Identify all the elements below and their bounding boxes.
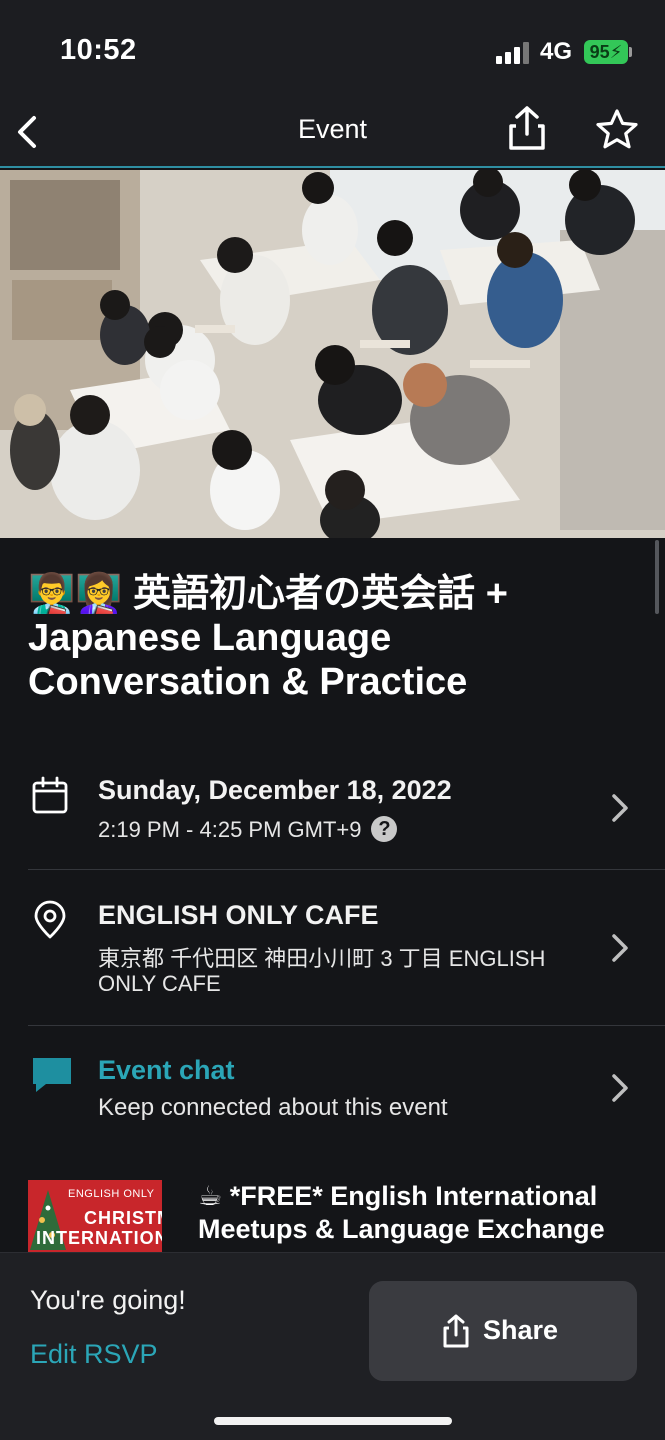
share-icon [441, 1313, 471, 1349]
event-time-text: 2:19 PM - 4:25 PM GMT+9 [98, 817, 362, 842]
star-icon[interactable] [594, 106, 640, 152]
event-chat-title: Event chat [98, 1055, 235, 1085]
location-pin-icon [30, 900, 70, 940]
timezone-help-icon[interactable]: ? [371, 816, 398, 842]
related-event-title[interactable]: ☕ *FREE* English International Meetups &… [198, 1180, 648, 1254]
chevron-right-icon [608, 1068, 632, 1108]
event-chat-row[interactable]: Event chat Keep connected about this eve… [0, 1026, 665, 1146]
location-row[interactable]: ENGLISH ONLY CAFE 東京都 千代田区 神田小川町 3 丁目 EN… [0, 870, 665, 1025]
event-title: 👨‍🏫👩‍🏫 英語初心者の英会話 + Japanese Language Con… [28, 573, 508, 703]
venue-name: ENGLISH ONLY CAFE [98, 900, 379, 930]
share-icon[interactable] [504, 104, 550, 154]
date-time-row[interactable]: Sunday, December 18, 2022 2:19 PM - 4:25… [0, 760, 665, 870]
chevron-right-icon [608, 788, 632, 828]
battery-level: 95 [589, 42, 610, 62]
share-button-label: Share [483, 1315, 559, 1345]
event-chat-subtitle: Keep connected about this event [98, 1094, 448, 1121]
status-bar: 10:52 4G 95⚡ [0, 0, 665, 100]
page-title: Event [297, 114, 368, 144]
thumb-line-3: INTERNATIONAL [36, 1228, 162, 1248]
chat-bubble-icon [30, 1054, 74, 1096]
home-indicator[interactable] [214, 1417, 452, 1425]
event-time: 2:19 PM - 4:25 PM GMT+9? [98, 816, 398, 842]
related-event-thumbnail[interactable]: ENGLISH ONLY CHRISTMAS INTERNATIONAL [28, 1180, 162, 1260]
venue-address: 東京都 千代田区 神田小川町 3 丁目 ENGLISH ONLY CAFE [98, 946, 546, 996]
network-type: 4G [540, 38, 573, 65]
signal-bars-icon [496, 42, 532, 64]
battery-tip [629, 47, 632, 57]
rsvp-bar: You're going! Edit RSVP Share [0, 1252, 665, 1440]
rsvp-status: You're going! [30, 1285, 186, 1315]
thumb-line-2: CHRISTMAS [84, 1208, 162, 1228]
share-button[interactable]: Share [369, 1281, 637, 1381]
chevron-right-icon [608, 928, 632, 968]
nav-bar: Event [0, 100, 665, 168]
calendar-icon [30, 776, 70, 816]
event-date: Sunday, December 18, 2022 [98, 775, 452, 805]
status-time: 10:52 [60, 34, 137, 66]
scroll-indicator[interactable] [655, 540, 659, 614]
battery-charging-icon: 95⚡ [584, 40, 628, 64]
thumb-line-1: ENGLISH ONLY [68, 1188, 155, 1200]
event-photo [0, 170, 665, 538]
edit-rsvp-link[interactable]: Edit RSVP [30, 1339, 158, 1370]
